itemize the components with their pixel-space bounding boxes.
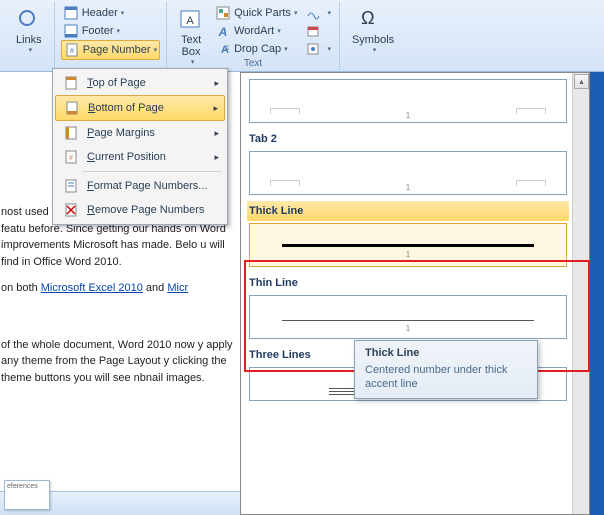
symbols-button[interactable]: Ω Symbols ▾ bbox=[346, 4, 400, 58]
menu-format-page-numbers[interactable]: Format Page Numbers... bbox=[55, 174, 225, 198]
text-box-label: TextBox bbox=[181, 34, 201, 58]
gallery-preview-thin-line[interactable]: 1 bbox=[249, 295, 567, 339]
remove-icon bbox=[61, 202, 81, 218]
preview-number: 1 bbox=[406, 250, 410, 261]
section-label-tab2: Tab 2 bbox=[247, 129, 569, 149]
ribbon-group-links: Links ▾ bbox=[4, 2, 55, 70]
link-excel[interactable]: Microsoft Excel 2010 bbox=[41, 282, 143, 294]
date-icon bbox=[305, 23, 321, 39]
symbols-label: Symbols bbox=[352, 34, 394, 46]
menu-label: Remove Page Numbers bbox=[87, 204, 204, 216]
menu-label: Current Position bbox=[87, 151, 166, 163]
submenu-arrow-icon: ▸ bbox=[214, 152, 219, 163]
wordart-icon: A bbox=[215, 23, 231, 39]
text-box-icon: A bbox=[179, 8, 203, 32]
menu-label: Top of Page bbox=[87, 77, 146, 89]
ribbon-group-headerfooter: Header ▾ Footer ▾ # Page Number ▾ bbox=[55, 2, 167, 70]
menu-page-margins[interactable]: Page Margins ▸ bbox=[55, 121, 225, 145]
tooltip-title: Thick Line bbox=[365, 347, 527, 359]
quick-parts-icon bbox=[215, 5, 231, 21]
menu-label: Format Page Numbers... bbox=[87, 180, 207, 192]
chevron-down-icon: ▾ bbox=[294, 9, 298, 17]
scroll-up-button[interactable]: ▴ bbox=[574, 74, 589, 89]
page-number-menu: Top of Page ▸ Bottom of Page ▸ Page Marg… bbox=[52, 68, 228, 225]
links-button[interactable]: Links ▾ bbox=[10, 4, 48, 58]
page-number-label: Page Number bbox=[83, 44, 151, 56]
menu-remove-page-numbers[interactable]: Remove Page Numbers bbox=[55, 198, 225, 222]
submenu-arrow-icon: ▸ bbox=[214, 78, 219, 89]
page-number-gallery: 1 Tab 2 1 Thick Line 1 Thin Line 1 Three… bbox=[240, 72, 590, 515]
doc-text: and bbox=[143, 282, 167, 294]
gallery-preview-thick-line[interactable]: 1 bbox=[249, 223, 567, 267]
ribbon-group-text: A TextBox ▾ Quick Parts ▾ A WordArt ▾ A … bbox=[167, 2, 340, 70]
svg-text:#: # bbox=[69, 155, 73, 162]
margins-icon bbox=[61, 125, 81, 141]
current-pos-icon: # bbox=[61, 149, 81, 165]
links-icon bbox=[17, 8, 41, 32]
signature-icon bbox=[305, 5, 321, 21]
gallery-scrollbar[interactable]: ▴ bbox=[572, 73, 589, 514]
drop-cap-button[interactable]: A Drop Cap ▾ bbox=[213, 40, 299, 58]
header-button[interactable]: Header ▾ bbox=[61, 4, 160, 22]
signature-button[interactable]: ▾ bbox=[303, 4, 333, 22]
doc-paragraph: on both Microsoft Excel 2010 and Micr bbox=[1, 280, 234, 297]
top-page-icon bbox=[61, 75, 81, 91]
chevron-down-icon: ▾ bbox=[327, 45, 331, 53]
drop-cap-label: Drop Cap bbox=[234, 43, 281, 55]
format-icon bbox=[61, 178, 81, 194]
section-label-thick-line: Thick Line bbox=[247, 201, 569, 221]
quick-parts-label: Quick Parts bbox=[234, 7, 291, 19]
submenu-arrow-icon: ▸ bbox=[213, 103, 218, 114]
menu-top-of-page[interactable]: Top of Page ▸ bbox=[55, 71, 225, 95]
wordart-button[interactable]: A WordArt ▾ bbox=[213, 22, 299, 40]
page-number-button[interactable]: # Page Number ▾ bbox=[61, 40, 160, 60]
chevron-down-icon: ▾ bbox=[29, 46, 33, 54]
menu-separator bbox=[83, 171, 221, 172]
header-label: Header bbox=[82, 7, 118, 19]
menu-label: Bottom of Page bbox=[88, 102, 164, 114]
date-button[interactable] bbox=[303, 22, 333, 40]
doc-paragraph: of the whole document, Word 2010 now y a… bbox=[1, 337, 234, 387]
chevron-down-icon: ▾ bbox=[373, 46, 377, 54]
footer-label: Footer bbox=[82, 25, 114, 37]
svg-text:A: A bbox=[186, 15, 194, 27]
status-bar: eferences bbox=[0, 491, 240, 515]
gallery-preview-tab2[interactable]: 1 bbox=[249, 151, 567, 195]
quick-parts-button[interactable]: Quick Parts ▾ bbox=[213, 4, 299, 22]
ribbon: Links ▾ Header ▾ Footer ▾ # Page Number … bbox=[0, 0, 604, 72]
gallery-preview-tab1[interactable]: 1 bbox=[249, 79, 567, 123]
doc-text: on both bbox=[1, 282, 41, 294]
page-number-icon: # bbox=[64, 42, 80, 58]
chevron-down-icon: ▾ bbox=[116, 27, 120, 35]
object-button[interactable]: ▾ bbox=[303, 40, 333, 58]
menu-label: Page Margins bbox=[87, 127, 155, 139]
chevron-down-icon: ▾ bbox=[154, 46, 158, 54]
menu-bottom-of-page[interactable]: Bottom of Page ▸ bbox=[55, 95, 225, 121]
tooltip-thick-line: Thick Line Centered number under thick a… bbox=[354, 340, 538, 399]
svg-text:#: # bbox=[70, 48, 74, 55]
link-micr[interactable]: Micr bbox=[167, 282, 188, 294]
ribbon-group-symbols: Ω Symbols ▾ bbox=[340, 2, 406, 70]
footer-button[interactable]: Footer ▾ bbox=[61, 22, 160, 40]
chevron-down-icon: ▾ bbox=[284, 45, 288, 53]
header-icon bbox=[63, 5, 79, 21]
footer-icon bbox=[63, 23, 79, 39]
section-label-thin-line: Thin Line bbox=[247, 273, 569, 293]
submenu-arrow-icon: ▸ bbox=[214, 128, 219, 139]
chevron-down-icon: ▾ bbox=[121, 9, 125, 17]
drop-cap-icon: A bbox=[215, 41, 231, 57]
menu-current-position[interactable]: # Current Position ▸ bbox=[55, 145, 225, 169]
object-icon bbox=[305, 41, 321, 57]
chevron-down-icon: ▾ bbox=[327, 9, 331, 17]
tooltip-description: Centered number under thick accent line bbox=[365, 363, 527, 392]
wordart-label: WordArt bbox=[234, 25, 274, 37]
chevron-down-icon: ▾ bbox=[277, 27, 281, 35]
omega-icon: Ω bbox=[361, 8, 385, 32]
links-label: Links bbox=[16, 34, 42, 46]
svg-text:A: A bbox=[218, 25, 228, 38]
bottom-page-icon bbox=[62, 100, 82, 116]
preview-number: 1 bbox=[406, 324, 410, 335]
page-thumbnail[interactable]: eferences bbox=[4, 480, 50, 510]
